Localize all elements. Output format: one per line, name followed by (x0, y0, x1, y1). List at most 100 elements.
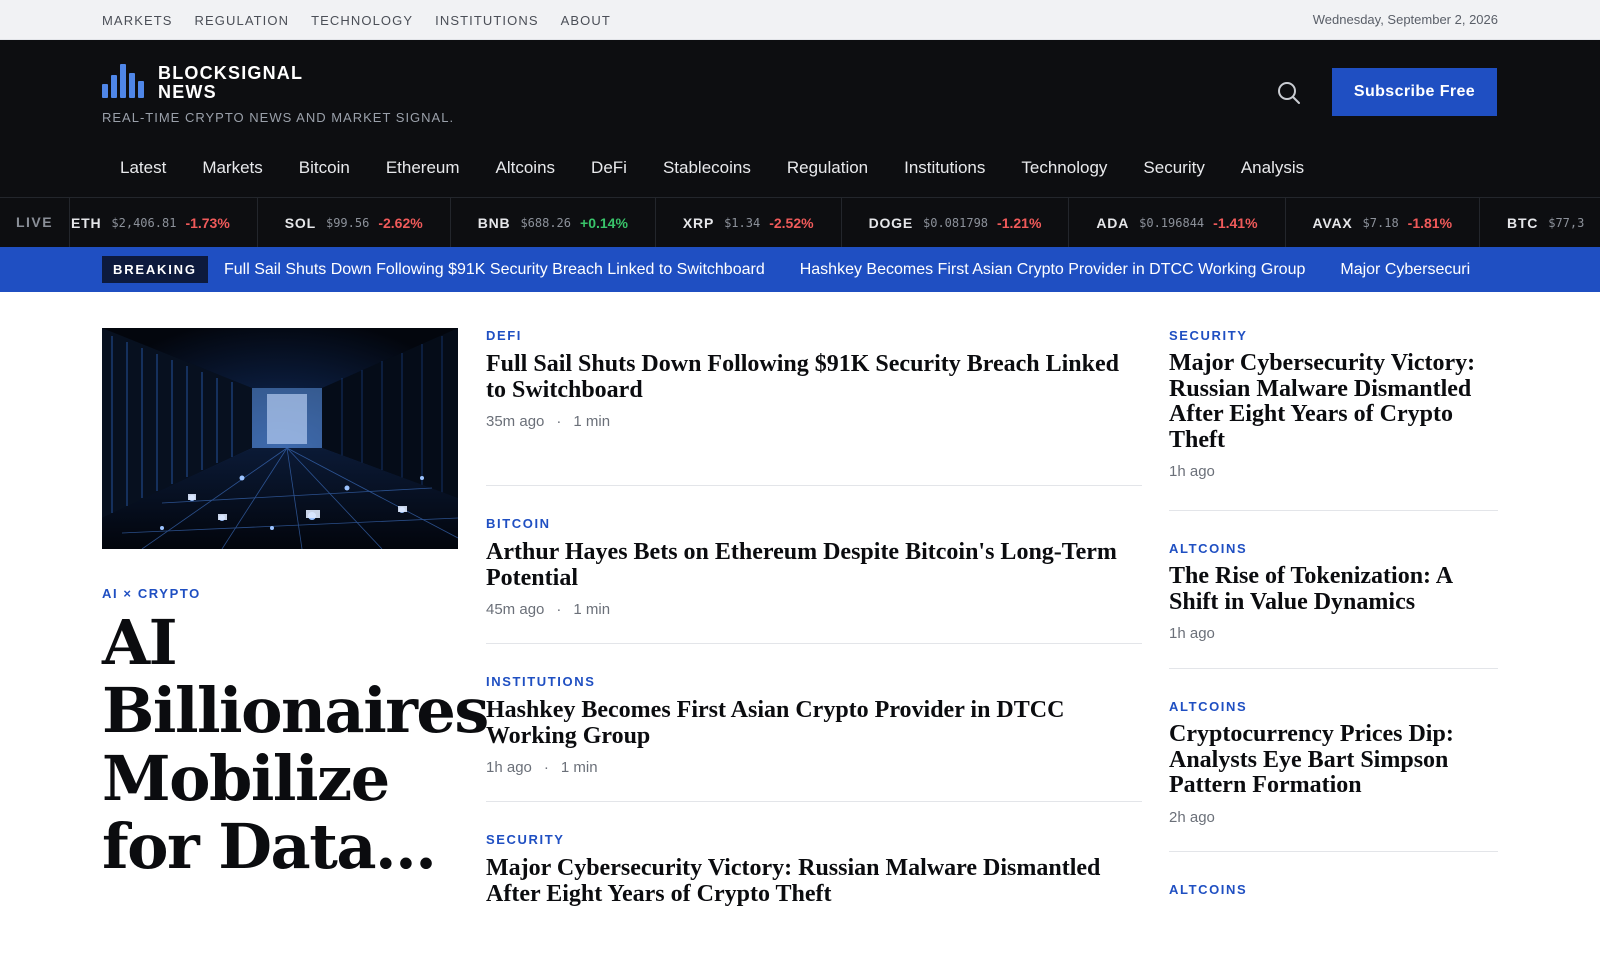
server-room-image (102, 328, 458, 549)
story-read-time: 1 min (560, 759, 598, 776)
ticker-item[interactable]: AVAX $7.18 -1.81% (1286, 198, 1481, 247)
live-indicator: LIVE (0, 198, 70, 247)
search-button[interactable] (1276, 80, 1302, 106)
breaking-headline[interactable]: Hashkey Becomes First Asian Crypto Provi… (800, 261, 1306, 279)
ticker-symbol: DOGE (868, 214, 913, 231)
logo-wordmark: BLOCKSIGNAL NEWS (158, 64, 303, 102)
logo-line-1: BLOCKSIGNAL (158, 63, 304, 83)
ticker-item[interactable]: SOL $99.56 -2.62% (258, 198, 451, 247)
ticker-item[interactable]: ETH $2,406.81 -1.73% (44, 198, 258, 247)
lead-story-image[interactable] (102, 328, 458, 549)
ticker-item[interactable]: BTC $77,3 (1480, 198, 1600, 247)
ticker-symbol: XRP (682, 214, 715, 231)
nav-stablecoins[interactable]: Stablecoins (645, 158, 769, 178)
story-read-time: 1 min (573, 601, 611, 618)
ticker-symbol: ETH (71, 214, 102, 231)
meta-separator: · (556, 601, 562, 618)
ticker-item[interactable]: DOGE $0.081798 -1.21% (842, 198, 1070, 247)
price-ticker: LIVE ETH $2,406.81 -1.73% SOL $99.56 -2.… (0, 197, 1600, 247)
breaking-news-bar: BREAKING Full Sail Shuts Down Following … (0, 247, 1600, 292)
ticker-symbol: AVAX (1312, 214, 1353, 231)
nav-defi[interactable]: DeFi (573, 158, 645, 178)
story-headline[interactable]: Full Sail Shuts Down Following $91K Secu… (486, 351, 1142, 403)
utility-link-markets[interactable]: MARKETS (102, 13, 173, 28)
main-nav: Latest Markets Bitcoin Ethereum Altcoins… (102, 148, 1322, 188)
ticker-symbol: ADA (1096, 214, 1130, 231)
nav-institutions[interactable]: Institutions (886, 158, 1003, 178)
breaking-headline[interactable]: Full Sail Shuts Down Following $91K Secu… (224, 261, 765, 279)
logo-line-2: NEWS (158, 82, 217, 102)
story-category[interactable]: DEFI (486, 328, 1142, 343)
meta-separator: · (543, 759, 549, 776)
site-tagline: REAL-TIME CRYPTO NEWS AND MARKET SIGNAL. (102, 110, 455, 125)
ticker-symbol: SOL (284, 214, 316, 231)
ticker-item[interactable]: XRP $1.34 -2.52% (656, 198, 842, 247)
ticker-change: +0.14% (580, 214, 628, 231)
side-story-item: ALTCOINS (1169, 852, 1498, 897)
signal-bars-icon (102, 64, 148, 98)
story-category[interactable]: BITCOIN (486, 516, 1142, 531)
nav-security[interactable]: Security (1125, 158, 1222, 178)
main-content: AI × CRYPTO AI Billionaires Mobilize for… (0, 292, 1600, 907)
ticker-change: -1.73% (185, 214, 230, 231)
story-headline[interactable]: Major Cybersecurity Victory: Russian Mal… (486, 855, 1142, 907)
side-story-item: SECURITY Major Cybersecurity Victory: Ru… (1169, 328, 1498, 511)
ticker-item[interactable]: ADA $0.196844 -1.41% (1069, 198, 1286, 247)
site-logo[interactable]: BLOCKSIGNAL NEWS (102, 64, 303, 102)
side-story-category[interactable]: ALTCOINS (1169, 882, 1498, 897)
ticker-price: $0.196844 (1139, 215, 1205, 230)
utility-link-institutions[interactable]: INSTITUTIONS (435, 13, 538, 28)
story-headline[interactable]: Hashkey Becomes First Asian Crypto Provi… (486, 697, 1142, 749)
latest-stories-column: DEFI Full Sail Shuts Down Following $91K… (486, 328, 1142, 960)
nav-latest[interactable]: Latest (102, 158, 184, 178)
utility-link-technology[interactable]: TECHNOLOGY (311, 13, 413, 28)
lead-story-title[interactable]: AI Billionaires Mobilize for Data... (102, 609, 489, 881)
side-story-item: ALTCOINS The Rise of Tokenization: A Shi… (1169, 511, 1498, 669)
nav-analysis[interactable]: Analysis (1223, 158, 1322, 178)
nav-technology[interactable]: Technology (1003, 158, 1125, 178)
side-story-category[interactable]: ALTCOINS (1169, 541, 1498, 556)
ticker-price: $99.56 (325, 215, 370, 230)
ticker-price: $7.18 (1362, 215, 1399, 230)
side-story-category[interactable]: ALTCOINS (1169, 699, 1498, 714)
story-time: 1h ago (486, 759, 532, 776)
story-item: SECURITY Major Cybersecurity Victory: Ru… (486, 802, 1142, 960)
story-time: 35m ago (486, 413, 545, 430)
side-story-category[interactable]: SECURITY (1169, 328, 1498, 343)
side-story-headline[interactable]: The Rise of Tokenization: A Shift in Val… (1169, 563, 1498, 615)
story-category[interactable]: SECURITY (486, 832, 1142, 847)
utility-link-regulation[interactable]: REGULATION (195, 13, 290, 28)
nav-markets[interactable]: Markets (184, 158, 280, 178)
ticker-price: $688.26 (520, 215, 572, 230)
story-meta: 35m ago · 1 min (486, 413, 1142, 430)
story-item: BITCOIN Arthur Hayes Bets on Ethereum De… (486, 486, 1142, 644)
nav-altcoins[interactable]: Altcoins (478, 158, 574, 178)
story-headline[interactable]: Arthur Hayes Bets on Ethereum Despite Bi… (486, 539, 1142, 591)
story-meta: 1h ago · 1 min (486, 759, 1142, 776)
breaking-headline[interactable]: Major Cybersecuri (1340, 261, 1470, 279)
story-meta: 45m ago · 1 min (486, 601, 1142, 618)
side-story-headline[interactable]: Cryptocurrency Prices Dip: Analysts Eye … (1169, 721, 1498, 799)
side-story-item: ALTCOINS Cryptocurrency Prices Dip: Anal… (1169, 669, 1498, 852)
story-category[interactable]: INSTITUTIONS (486, 674, 1142, 689)
side-story-time: 1h ago (1169, 625, 1215, 642)
side-story-headline[interactable]: Major Cybersecurity Victory: Russian Mal… (1169, 350, 1498, 453)
nav-bitcoin[interactable]: Bitcoin (281, 158, 368, 178)
utility-bar: MARKETS REGULATION TECHNOLOGY INSTITUTIO… (0, 0, 1600, 40)
lead-story-category[interactable]: AI × CRYPTO (102, 586, 201, 601)
side-story-time: 1h ago (1169, 463, 1215, 480)
nav-ethereum[interactable]: Ethereum (368, 158, 478, 178)
story-time: 45m ago (486, 601, 545, 618)
subscribe-button[interactable]: Subscribe Free (1332, 68, 1497, 116)
security-stories-column: SECURITY Major Cybersecurity Victory: Ru… (1169, 328, 1498, 897)
story-item: INSTITUTIONS Hashkey Becomes First Asian… (486, 644, 1142, 802)
nav-regulation[interactable]: Regulation (769, 158, 886, 178)
ticker-change: -2.62% (378, 214, 423, 231)
ticker-price: $0.081798 (923, 215, 989, 230)
ticker-change: -2.52% (769, 214, 814, 231)
ticker-symbol: BTC (1507, 214, 1539, 231)
ticker-price: $77,3 (1548, 215, 1585, 230)
utility-link-about[interactable]: ABOUT (561, 13, 611, 28)
ticker-item[interactable]: BNB $688.26 +0.14% (451, 198, 656, 247)
ticker-change: -1.21% (997, 214, 1042, 231)
